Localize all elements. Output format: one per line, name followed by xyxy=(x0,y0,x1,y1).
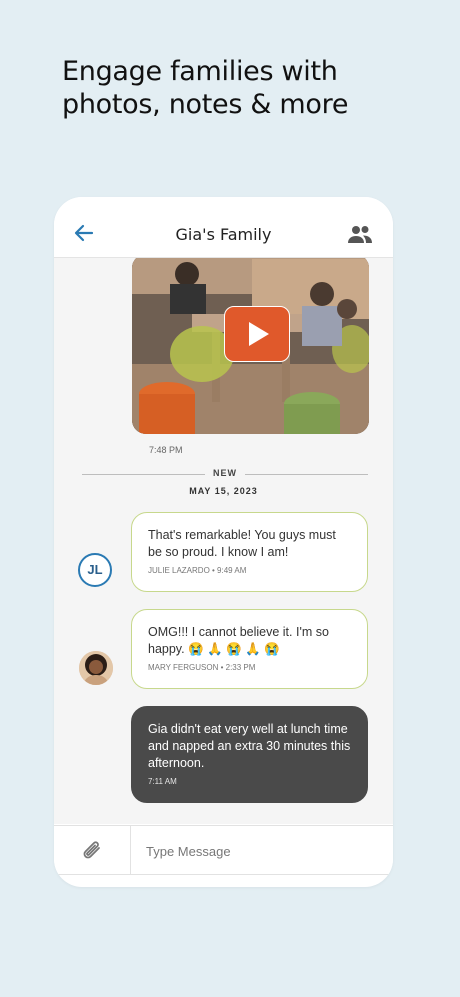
message-bubble[interactable]: OMG!!! I cannot believe it. I'm so happy… xyxy=(131,609,368,689)
message-bubble[interactable]: That's remarkable! You guys must be so p… xyxy=(131,512,368,592)
message-composer xyxy=(54,825,393,875)
paperclip-icon[interactable] xyxy=(80,839,106,863)
headline: Engage families with photos, notes & mor… xyxy=(62,55,422,121)
message-text: OMG!!! I cannot believe it. I'm so happy… xyxy=(148,625,329,656)
message-text: That's remarkable! You guys must be so p… xyxy=(148,528,336,559)
message-input[interactable] xyxy=(144,838,378,864)
message-meta: MARY FERGUSON • 2:33 PM xyxy=(148,663,256,672)
new-messages-divider: NEW xyxy=(82,468,368,482)
message-bubble-outgoing[interactable]: Gia didn't eat very well at lunch time a… xyxy=(131,706,368,803)
headline-line-1: Engage families with xyxy=(62,56,338,87)
composer-separator xyxy=(130,826,131,874)
message-meta: 7:11 AM xyxy=(148,777,177,786)
conversation-header: Gia's Family xyxy=(54,197,393,258)
avatar[interactable] xyxy=(79,651,113,685)
play-icon xyxy=(249,322,269,346)
video-message[interactable] xyxy=(132,258,369,434)
conversation-title: Gia's Family xyxy=(175,225,272,244)
people-icon[interactable] xyxy=(347,224,373,244)
message-list[interactable]: 7:48 PM NEW MAY 15, 2023 JL That's remar… xyxy=(54,258,393,824)
avatar[interactable]: JL xyxy=(78,553,112,587)
avatar-photo xyxy=(79,651,113,685)
date-header: MAY 15, 2023 xyxy=(189,486,258,496)
new-label: NEW xyxy=(213,468,237,478)
phone-frame: Gia's Family 7:48 PM NEW MAY 15, 2023 JL… xyxy=(54,197,393,887)
play-button[interactable] xyxy=(224,306,290,362)
message-meta: JULIE LAZARDO • 9:49 AM xyxy=(148,566,247,575)
message-text: Gia didn't eat very well at lunch time a… xyxy=(148,722,351,770)
divider-line-right xyxy=(245,474,368,475)
video-timestamp: 7:48 PM xyxy=(149,445,183,455)
headline-line-2: photos, notes & more xyxy=(62,89,349,120)
